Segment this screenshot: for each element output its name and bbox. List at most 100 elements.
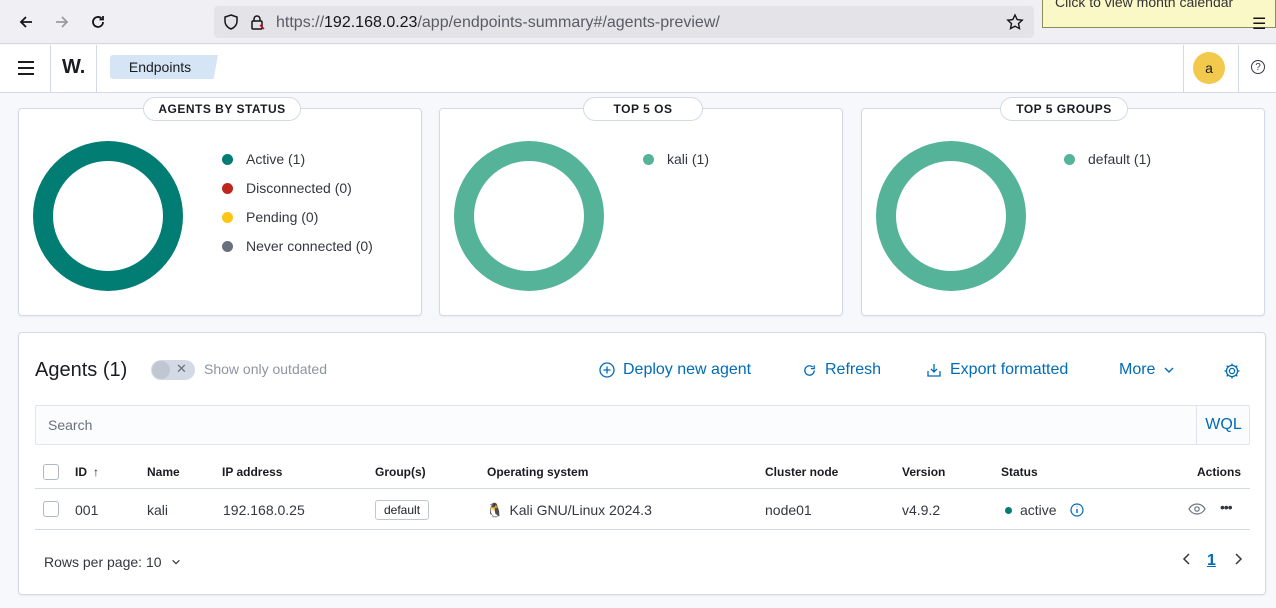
wql-button[interactable]: WQL bbox=[1196, 406, 1250, 444]
header-divider bbox=[1238, 45, 1239, 93]
donut-hole bbox=[474, 161, 584, 271]
search-input[interactable] bbox=[36, 406, 1196, 444]
os-donut-chart[interactable] bbox=[454, 141, 604, 291]
donut-hole bbox=[896, 161, 1006, 271]
browser-menu-icon[interactable]: ☰ bbox=[1252, 14, 1266, 34]
table-divider bbox=[35, 488, 1250, 489]
avatar[interactable]: a bbox=[1193, 52, 1225, 84]
legend-item-pending[interactable]: Pending (0) bbox=[222, 207, 318, 227]
cell-name: kali bbox=[147, 502, 169, 518]
cell-ip: 192.168.0.25 bbox=[223, 502, 305, 518]
previous-page-button[interactable] bbox=[1181, 552, 1193, 571]
toggle-knob bbox=[152, 361, 170, 379]
close-icon: ✕ bbox=[176, 361, 187, 376]
reload-button[interactable] bbox=[84, 8, 112, 36]
rows-per-page-button[interactable]: Rows per page: 10 bbox=[44, 554, 181, 570]
legend-dot bbox=[222, 182, 233, 194]
info-icon bbox=[1070, 503, 1084, 517]
more-button[interactable]: More bbox=[1119, 359, 1175, 381]
table-divider bbox=[35, 529, 1250, 530]
legend-label: kali (1) bbox=[667, 151, 710, 167]
column-header-name[interactable]: Name bbox=[147, 465, 180, 479]
column-header-version[interactable]: Version bbox=[902, 465, 945, 479]
column-header-cluster[interactable]: Cluster node bbox=[765, 465, 838, 479]
legend-dot bbox=[222, 240, 233, 252]
panel-title: AGENTS BY STATUS bbox=[143, 97, 301, 121]
table-settings-button[interactable] bbox=[1223, 362, 1241, 385]
gear-icon bbox=[1224, 363, 1240, 379]
legend-dot bbox=[1064, 153, 1075, 165]
select-all-checkbox[interactable] bbox=[43, 464, 59, 480]
show-outdated-toggle[interactable]: ✕ bbox=[151, 360, 195, 380]
column-header-os[interactable]: Operating system bbox=[487, 465, 588, 479]
rows-per-page-label: Rows per page: 10 bbox=[44, 554, 162, 570]
address-bar[interactable]: https://192.168.0.23/app/endpoints-summa… bbox=[214, 6, 1034, 38]
panel-title: TOP 5 OS bbox=[583, 97, 703, 121]
lock-warning-icon[interactable] bbox=[248, 13, 266, 31]
eye-icon bbox=[1188, 503, 1206, 515]
legend-item-kali[interactable]: kali (1) bbox=[643, 149, 709, 169]
app-logo[interactable]: W. bbox=[62, 56, 85, 79]
column-header-groups[interactable]: Group(s) bbox=[375, 465, 426, 479]
breadcrumb-endpoints[interactable]: Endpoints bbox=[110, 55, 218, 79]
deploy-new-agent-button[interactable]: Deploy new agent bbox=[599, 359, 751, 381]
legend-item-never-connected[interactable]: Never connected (0) bbox=[222, 236, 373, 256]
export-label: Export formatted bbox=[950, 361, 1069, 378]
group-badge[interactable]: default bbox=[375, 500, 430, 520]
row-checkbox[interactable] bbox=[43, 501, 59, 517]
legend-dot bbox=[643, 153, 654, 165]
logo-text: W. bbox=[62, 56, 86, 78]
top-os-panel: TOP 5 OS kali (1) bbox=[439, 97, 843, 316]
groups-donut-chart[interactable] bbox=[876, 141, 1026, 291]
cell-id: 001 bbox=[75, 502, 99, 518]
legend-item-active[interactable]: Active (1) bbox=[222, 149, 305, 169]
reload-icon bbox=[92, 16, 104, 28]
plus-circle-icon bbox=[599, 362, 615, 378]
refresh-label: Refresh bbox=[825, 361, 882, 378]
chevron-right-icon bbox=[1235, 553, 1243, 565]
help-icon[interactable]: ? bbox=[1251, 60, 1265, 74]
column-header-actions: Actions bbox=[1197, 465, 1242, 479]
page-1-button[interactable]: 1 bbox=[1207, 552, 1216, 570]
hamburger-menu-button[interactable] bbox=[17, 60, 35, 81]
chevron-down-icon bbox=[172, 559, 181, 565]
chevron-down-icon bbox=[1164, 367, 1174, 373]
status-donut-chart[interactable] bbox=[33, 141, 183, 291]
more-label: More bbox=[1119, 361, 1156, 378]
url-text[interactable]: https://192.168.0.23/app/endpoints-summa… bbox=[276, 14, 720, 32]
deploy-label: Deploy new agent bbox=[623, 361, 752, 378]
hamburger-icon bbox=[18, 61, 34, 75]
legend-label: Pending (0) bbox=[246, 209, 319, 225]
forward-button[interactable] bbox=[48, 8, 76, 36]
export-icon bbox=[927, 364, 941, 377]
refresh-icon bbox=[804, 364, 815, 376]
column-header-id[interactable]: ID ↑ bbox=[75, 465, 99, 479]
cell-os: 🐧 Kali GNU/Linux 2024.3 bbox=[486, 502, 652, 519]
legend-item-disconnected[interactable]: Disconnected (0) bbox=[222, 178, 352, 198]
more-actions-icon[interactable]: ••• bbox=[1220, 499, 1233, 515]
legend-label: default (1) bbox=[1088, 151, 1152, 167]
cell-status: active bbox=[1020, 502, 1057, 518]
os-label: Kali GNU/Linux 2024.3 bbox=[509, 502, 652, 518]
agents-panel: Agents (1) ✕ Show only outdated Deploy n… bbox=[18, 332, 1266, 595]
legend-dot bbox=[222, 211, 233, 223]
forward-arrow-icon bbox=[56, 16, 69, 28]
chevron-left-icon bbox=[1182, 553, 1190, 565]
shield-icon[interactable] bbox=[222, 13, 240, 31]
app-header: W. Endpoints a ? bbox=[0, 45, 1276, 93]
column-header-ip[interactable]: IP address bbox=[222, 465, 282, 479]
legend-item-default[interactable]: default (1) bbox=[1064, 149, 1151, 169]
legend-label: Disconnected (0) bbox=[246, 180, 352, 196]
back-button[interactable] bbox=[12, 8, 40, 36]
search-bar: WQL bbox=[35, 405, 1250, 445]
refresh-button[interactable]: Refresh bbox=[802, 359, 881, 381]
cell-version: v4.9.2 bbox=[902, 502, 941, 518]
back-arrow-icon bbox=[19, 16, 32, 28]
agents-title: Agents (1) bbox=[35, 359, 128, 381]
view-agent-button[interactable] bbox=[1188, 502, 1206, 521]
bookmark-star-icon[interactable] bbox=[1006, 13, 1024, 31]
export-formatted-button[interactable]: Export formatted bbox=[926, 359, 1068, 381]
next-page-button[interactable] bbox=[1232, 552, 1244, 571]
status-info-button[interactable] bbox=[1070, 503, 1084, 522]
column-header-status[interactable]: Status bbox=[1001, 465, 1038, 479]
